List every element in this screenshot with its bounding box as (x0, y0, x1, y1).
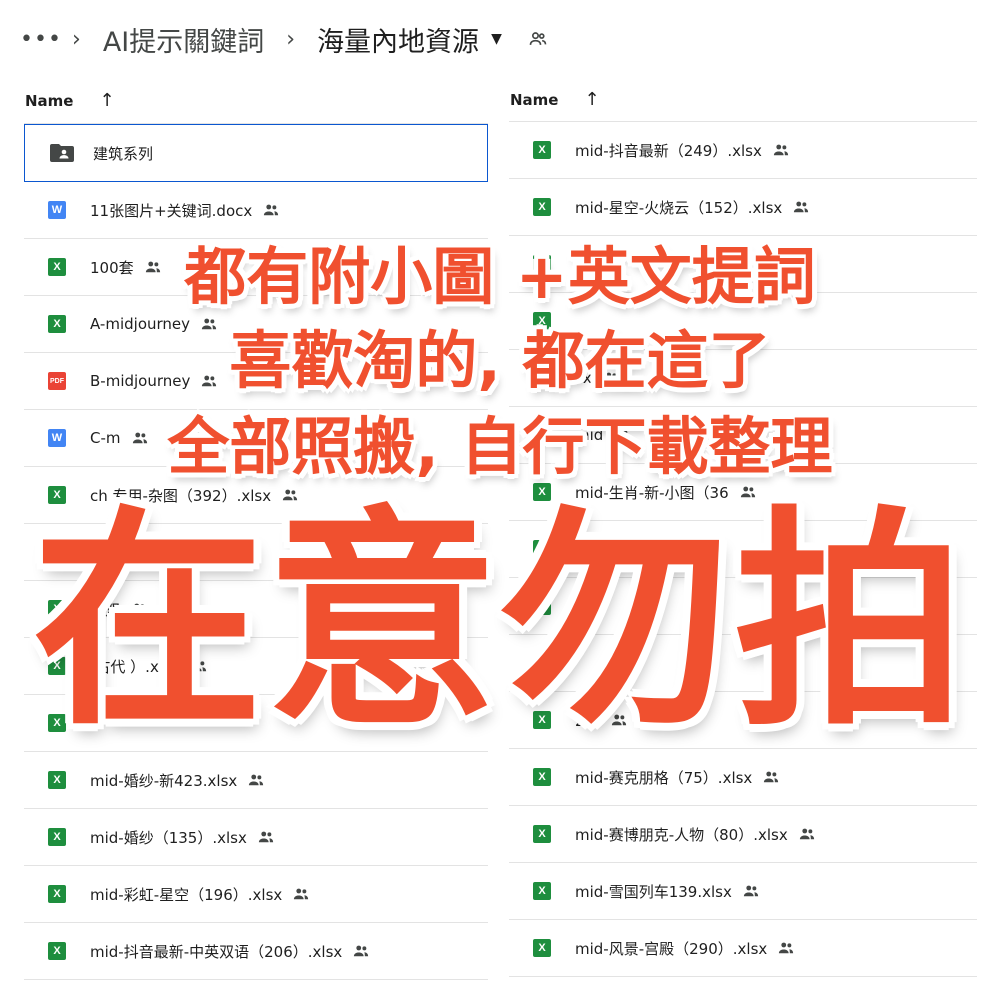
chevron-right-icon: › (72, 26, 81, 52)
shared-folder-icon (49, 144, 75, 162)
breadcrumb-current[interactable]: 海量內地資源 (317, 20, 479, 59)
file-row[interactable]: Xmid-彩虹-星空（196）.xlsx (24, 866, 488, 923)
shared-people-icon (247, 771, 265, 789)
file-name: mid-雪国列车139.xlsx (575, 882, 732, 901)
spreadsheet-icon: X (48, 828, 66, 846)
shared-people-icon (257, 828, 275, 846)
column-header-name[interactable]: Name ↑ (509, 78, 977, 122)
file-name: mid-风景-宫殿（290）.xlsx (575, 939, 768, 958)
promo-headline: 在意勿拍 (31, 487, 968, 757)
breadcrumb-parent[interactable]: AI提示關鍵詞 (103, 20, 264, 59)
file-row[interactable]: Xmid-婚纱-新423.xlsx (24, 752, 488, 809)
file-name: mid-婚纱-新423.xlsx (90, 771, 238, 790)
document-icon: W (48, 201, 66, 219)
shared-people-icon (798, 825, 816, 843)
spreadsheet-icon: X (533, 141, 551, 159)
promo-caption-line-2: 喜歡淘的, 都在這了 (229, 324, 771, 397)
column-header-label: Name (25, 91, 74, 110)
file-name: mid-彩虹-星空（196）.xlsx (90, 885, 283, 904)
spreadsheet-icon: X (533, 768, 551, 786)
shared-people-icon (777, 939, 795, 957)
shared-people-icon[interactable] (528, 29, 548, 49)
promo-caption-line-3: 全部照搬, 自行下載整理 (167, 410, 833, 483)
caret-down-icon[interactable]: ▼ (491, 31, 502, 47)
shared-people-icon (262, 201, 280, 219)
file-name: 11张图片+关键词.docx (90, 201, 253, 220)
spreadsheet-icon: X (48, 771, 66, 789)
more-options-icon[interactable]: ••• (20, 27, 61, 52)
shared-people-icon (292, 885, 310, 903)
file-row[interactable]: Xmid-赛克朋格（75）.xlsx (509, 749, 977, 806)
file-name: mid-抖音最新-中英双语（206）.xlsx (90, 942, 343, 961)
file-row[interactable]: Xmid-雪国列车139.xlsx (509, 863, 977, 920)
file-row[interactable]: Xmid-风景-宫殿（290）.xlsx (509, 920, 977, 977)
spreadsheet-icon: X (533, 825, 551, 843)
spreadsheet-icon: X (48, 942, 66, 960)
file-name: mid-赛克朋格（75）.xlsx (575, 768, 753, 787)
shared-people-icon (742, 882, 760, 900)
file-name: mid-赛博朋克-人物（80）.xlsx (575, 825, 788, 844)
spreadsheet-icon: X (533, 198, 551, 216)
shared-people-icon (792, 198, 810, 216)
file-name: mid-婚纱（135）.xlsx (90, 828, 247, 847)
file-row[interactable]: Xmid-婚纱（135）.xlsx (24, 809, 488, 866)
promo-caption-line-1: 都有附小圖 +英文提詞 (184, 240, 816, 313)
breadcrumb: ••• › AI提示關鍵詞 › 海量內地資源 ▼ (0, 0, 1000, 78)
shared-people-icon (772, 141, 790, 159)
file-row[interactable]: Xmid-抖音最新-中英双语（206）.xlsx (24, 923, 488, 980)
column-header-name[interactable]: Name ↑ (24, 78, 488, 124)
file-row[interactable]: Xmid-赛博朋克-人物（80）.xlsx (509, 806, 977, 863)
sort-ascending-icon[interactable]: ↑ (584, 89, 599, 110)
file-row[interactable]: Xmid-抖音最新（249）.xlsx (509, 122, 977, 179)
spreadsheet-icon: X (48, 885, 66, 903)
chevron-right-icon: › (286, 26, 296, 52)
spreadsheet-icon: X (533, 939, 551, 957)
shared-people-icon (762, 768, 780, 786)
sort-ascending-icon[interactable]: ↑ (99, 90, 114, 111)
shared-people-icon (352, 942, 370, 960)
file-row[interactable]: 建筑系列 (24, 124, 488, 182)
spreadsheet-icon: X (533, 882, 551, 900)
file-name: mid-抖音最新（249）.xlsx (575, 141, 762, 160)
file-name: mid-星空-火烧云（152）.xlsx (575, 198, 783, 217)
column-header-label: Name (510, 90, 559, 109)
file-name: 建筑系列 (93, 144, 154, 163)
